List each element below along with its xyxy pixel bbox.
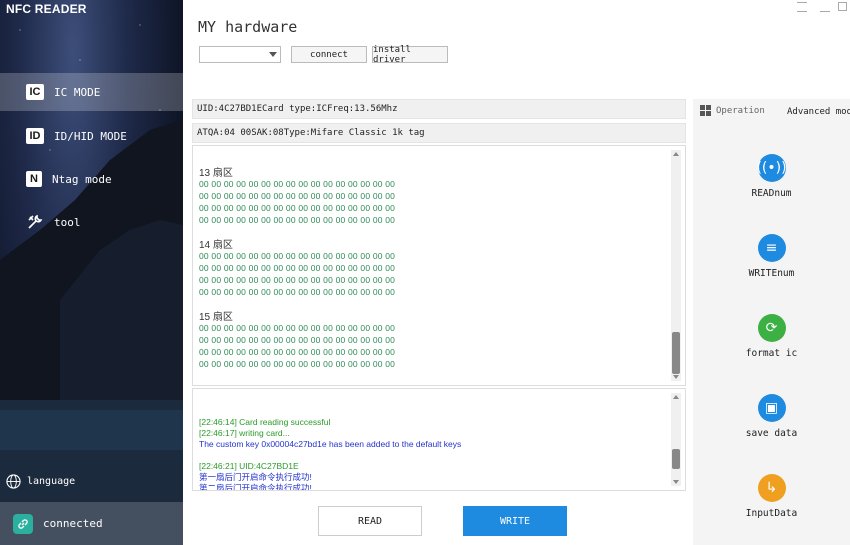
log-line: 第一扇后门开启命令执行成功!: [199, 472, 312, 482]
sector-data-panel[interactable]: 13 扇区 00 00 00 00 00 00 00 00 00 00 00 0…: [192, 145, 686, 386]
sidebar-item-tool[interactable]: tool: [0, 203, 183, 241]
sector-title: 15 扇区: [199, 312, 233, 323]
minimize-icon[interactable]: [820, 10, 830, 12]
log-line: 第二扇后门开启命令执行成功!: [199, 483, 312, 490]
hex-row: 00 00 00 00 00 00 00 00 00 00 00 00 00 0…: [199, 323, 396, 333]
input-data-button[interactable]: ↳ InputData: [693, 474, 850, 519]
sidebar-item-label: ID/HID MODE: [54, 129, 127, 143]
hex-row: 00 00 00 00 00 00 00 00 00 00 00 00 00 0…: [199, 359, 396, 369]
hex-row: 00 00 00 00 00 00 00 00 00 00 00 00 00 0…: [199, 263, 396, 273]
sector-title: 14 扇区: [199, 240, 233, 251]
format-ic-label: format ic: [745, 348, 798, 359]
install-driver-button[interactable]: install driver: [372, 45, 448, 65]
app-title: NFC READER: [6, 2, 87, 16]
sidebar-item-label: Ntag mode: [52, 172, 112, 186]
log-line: The custom key 0x00004c27bd1e has been a…: [199, 439, 462, 449]
page-title: MY hardware: [198, 18, 298, 36]
sak-value: SAK:08: [251, 128, 284, 138]
sector-title: 13 扇区: [199, 168, 233, 179]
link-icon: [13, 513, 33, 534]
card-type-value: Card type:IC: [262, 104, 328, 114]
atqa-value: ATQA:04 00: [197, 128, 252, 138]
device-select[interactable]: [199, 46, 281, 63]
advanced-mode-toggle[interactable]: Advanced mode: [787, 107, 850, 117]
chevron-down-icon: [269, 52, 277, 57]
uid-value: UID:4C27BD1E: [197, 104, 263, 114]
hex-row: 00 00 00 00 00 00 00 00 00 00 00 00 00 0…: [199, 287, 396, 297]
input-icon: ↳: [757, 474, 786, 502]
sector-block: 15 扇区 00 00 00 00 00 00 00 00 00 00 00 0…: [199, 308, 395, 370]
hex-row: 00 00 00 00 00 00 00 00 00 00 00 00 00 0…: [199, 191, 396, 201]
language-label: language: [27, 476, 76, 487]
sidebar-item-ntag-mode[interactable]: N Ntag mode: [0, 160, 183, 198]
sidebar-item-id-hid-mode[interactable]: ID ID/HID MODE: [0, 117, 183, 155]
ic-icon: IC: [26, 84, 44, 100]
sidebar-item-label: tool: [54, 215, 81, 229]
scroll-up-icon[interactable]: [673, 395, 679, 399]
save-icon: ▣: [757, 394, 786, 422]
log-line: [22:46:21] UID:4C27BD1E: [199, 461, 299, 471]
readnum-icon: ((•)): [756, 154, 787, 182]
connection-status[interactable]: connected: [0, 502, 183, 545]
format-ic-button[interactable]: ⟳ format ic: [693, 314, 850, 359]
globe-icon: [6, 474, 21, 489]
write-button[interactable]: WRITE: [463, 506, 567, 536]
connect-button[interactable]: connect: [291, 46, 367, 63]
connection-label: connected: [43, 517, 103, 530]
operation-panel: Operation Advanced mode ((•)) READnum ≡ …: [693, 99, 850, 545]
scrollbar-thumb[interactable]: [672, 449, 680, 469]
writenum-button[interactable]: ≡ WRITEnum: [693, 234, 850, 279]
writenum-label: WRITEnum: [748, 268, 795, 279]
card-info-bar-1: UID:4C27BD1E Card type:IC Freq:13.56Mhz: [192, 99, 686, 119]
hex-row: 00 00 00 00 00 00 00 00 00 00 00 00 00 0…: [199, 251, 396, 261]
log-scrollbar[interactable]: [671, 393, 681, 486]
scroll-down-icon[interactable]: [673, 480, 679, 484]
operation-label: Operation: [716, 105, 765, 116]
log-line: [22:46:14] Card reading successful: [199, 417, 331, 427]
sidebar-item-label: IC MODE: [54, 85, 101, 99]
log-panel[interactable]: [22:46:14] Card reading successful [22:4…: [192, 388, 686, 491]
log-list: [22:46:14] Card reading successful [22:4…: [199, 417, 461, 490]
grid-icon: [700, 105, 711, 116]
scroll-down-icon[interactable]: [673, 375, 679, 379]
sidebar: NFC READER IC IC MODE ID ID/HID MODE N N…: [0, 0, 183, 545]
freq-value: Freq:13.56Mhz: [327, 104, 398, 114]
hex-row: 00 00 00 00 00 00 00 00 00 00 00 00 00 0…: [199, 203, 396, 213]
save-data-button[interactable]: ▣ save data: [693, 394, 850, 439]
save-data-label: save data: [745, 428, 798, 439]
ntag-icon: N: [26, 171, 42, 187]
scroll-up-icon[interactable]: [673, 152, 679, 156]
sidebar-item-ic-mode[interactable]: IC IC MODE: [0, 73, 183, 111]
hex-row: 00 00 00 00 00 00 00 00 00 00 00 00 00 0…: [199, 275, 396, 285]
operation-header: Operation: [700, 105, 765, 116]
writenum-icon: ≡: [757, 234, 786, 262]
hex-row: 00 00 00 00 00 00 00 00 00 00 00 00 00 0…: [199, 215, 396, 225]
sector-block: 13 扇区 00 00 00 00 00 00 00 00 00 00 00 0…: [199, 164, 395, 226]
language-selector[interactable]: language: [6, 474, 75, 489]
hex-row: 00 00 00 00 00 00 00 00 00 00 00 00 00 0…: [199, 335, 396, 345]
readnum-label: READnum: [751, 188, 792, 199]
scrollbar-thumb[interactable]: [672, 332, 680, 374]
sector-block: 14 扇区 00 00 00 00 00 00 00 00 00 00 00 0…: [199, 236, 395, 298]
readnum-button[interactable]: ((•)) READnum: [693, 154, 850, 199]
format-icon: ⟳: [757, 314, 786, 342]
log-line: [22:46:17] writing card...: [199, 428, 290, 438]
sector-scrollbar[interactable]: [671, 150, 681, 381]
menu-icon[interactable]: [797, 2, 807, 12]
read-button[interactable]: READ: [318, 506, 422, 536]
tool-icon: [26, 214, 44, 230]
hex-row: 00 00 00 00 00 00 00 00 00 00 00 00 00 0…: [199, 179, 396, 189]
hex-row: 00 00 00 00 00 00 00 00 00 00 00 00 00 0…: [199, 347, 396, 357]
maximize-icon[interactable]: [838, 2, 847, 11]
card-info-bar-2: ATQA:04 00 SAK:08 Type:Mifare Classic 1k…: [192, 123, 686, 143]
input-data-label: InputData: [745, 508, 798, 519]
log-spacer: [199, 450, 461, 461]
type-value: Type:Mifare Classic 1k tag: [283, 128, 425, 138]
id-icon: ID: [26, 128, 44, 144]
